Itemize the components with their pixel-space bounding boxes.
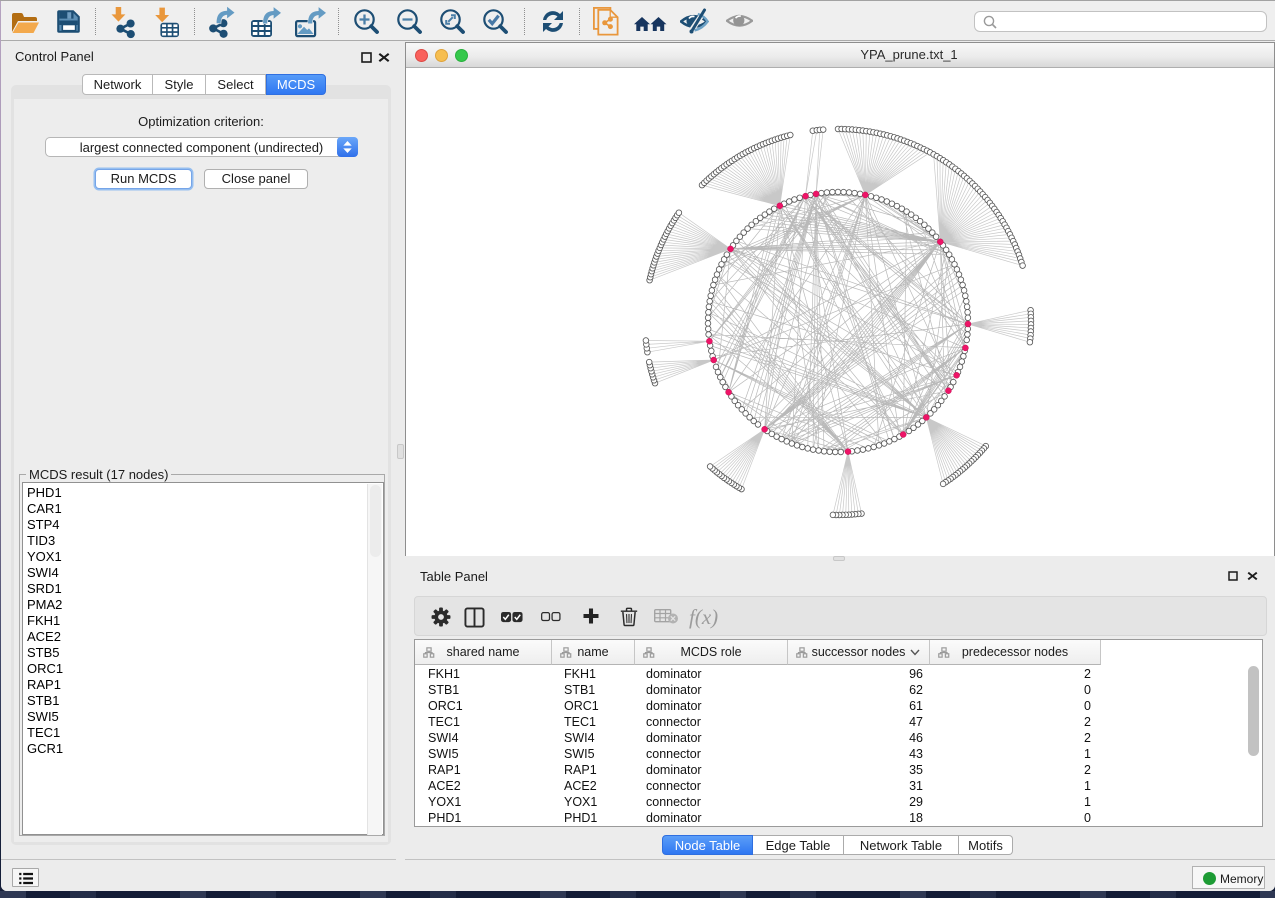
svg-text:f(x): f(x) <box>689 605 718 629</box>
